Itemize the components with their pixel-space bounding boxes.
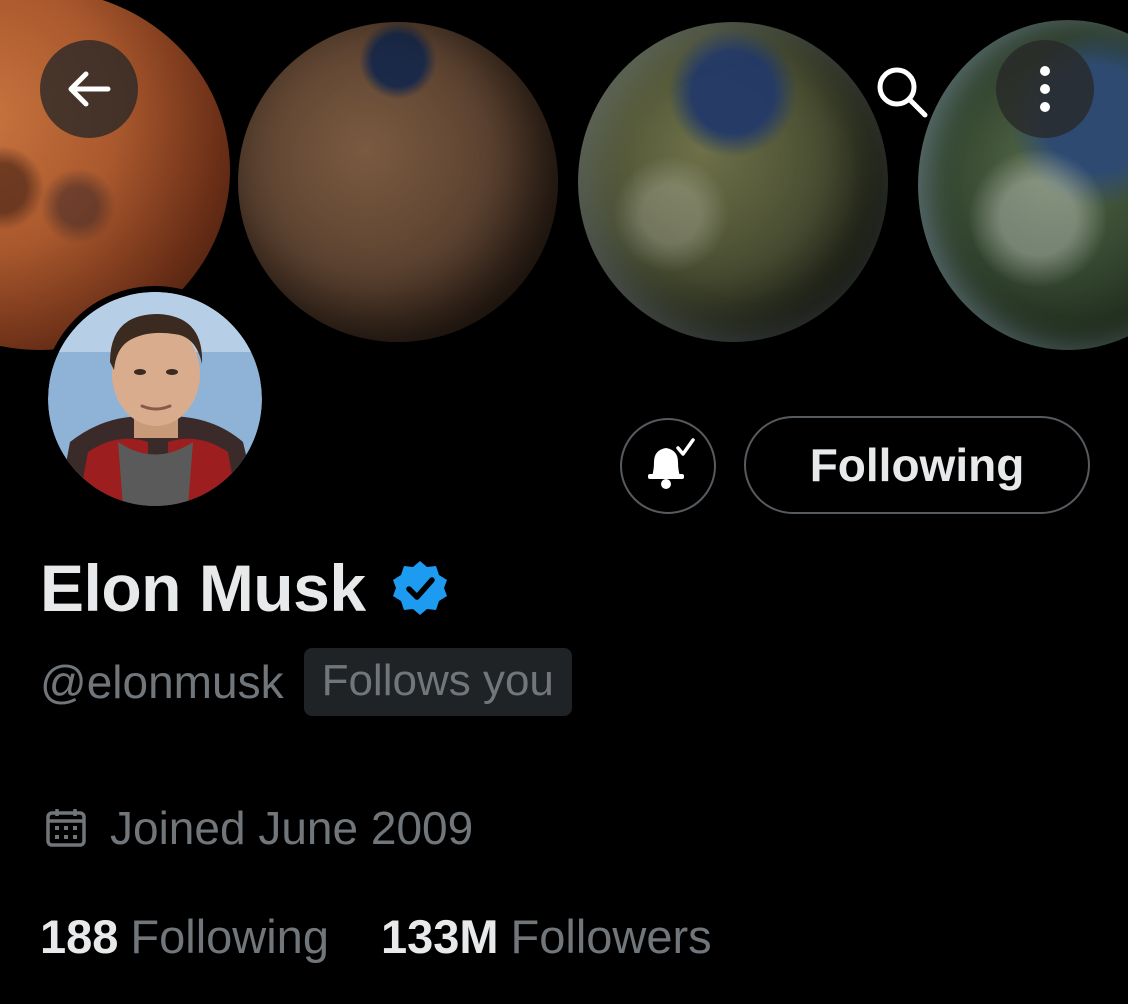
arrow-left-icon (68, 71, 111, 107)
following-button-label: Following (809, 439, 1025, 491)
joined-date-text: Joined June 2009 (110, 802, 474, 854)
verified-badge-icon[interactable] (390, 558, 450, 618)
notifications-button[interactable] (620, 418, 716, 514)
following-button[interactable]: Following (744, 416, 1090, 514)
more-options-button[interactable] (996, 40, 1094, 138)
search-button[interactable] (862, 52, 942, 132)
following-count: 188 (40, 909, 119, 963)
following-stat-link[interactable]: 188 Following (40, 909, 329, 964)
profile-handle: @elonmusk (40, 656, 284, 708)
followers-label: Followers (510, 909, 712, 963)
follows-you-badge: Follows you (303, 648, 572, 716)
follow-stats-row: 188 Following 133M Followers (40, 904, 712, 968)
followers-stat-link[interactable]: 133M Followers (381, 909, 712, 964)
profile-handle-row: @elonmusk Follows you (40, 648, 572, 716)
more-vertical-icon (1040, 66, 1050, 112)
followers-count: 133M (380, 909, 499, 963)
profile-avatar[interactable] (42, 286, 268, 512)
back-button[interactable] (40, 40, 138, 138)
search-icon (877, 67, 928, 118)
bell-check-icon (648, 438, 695, 489)
calendar-icon (44, 806, 88, 850)
avatar-photo (48, 292, 262, 506)
banner-planet-stage-3 (578, 22, 888, 342)
display-name: Elon Musk (40, 551, 366, 625)
joined-date-row: Joined June 2009 (44, 798, 473, 858)
profile-name-row: Elon Musk (40, 548, 450, 628)
following-label: Following (130, 909, 329, 963)
banner-planet-stage-2 (238, 22, 558, 342)
